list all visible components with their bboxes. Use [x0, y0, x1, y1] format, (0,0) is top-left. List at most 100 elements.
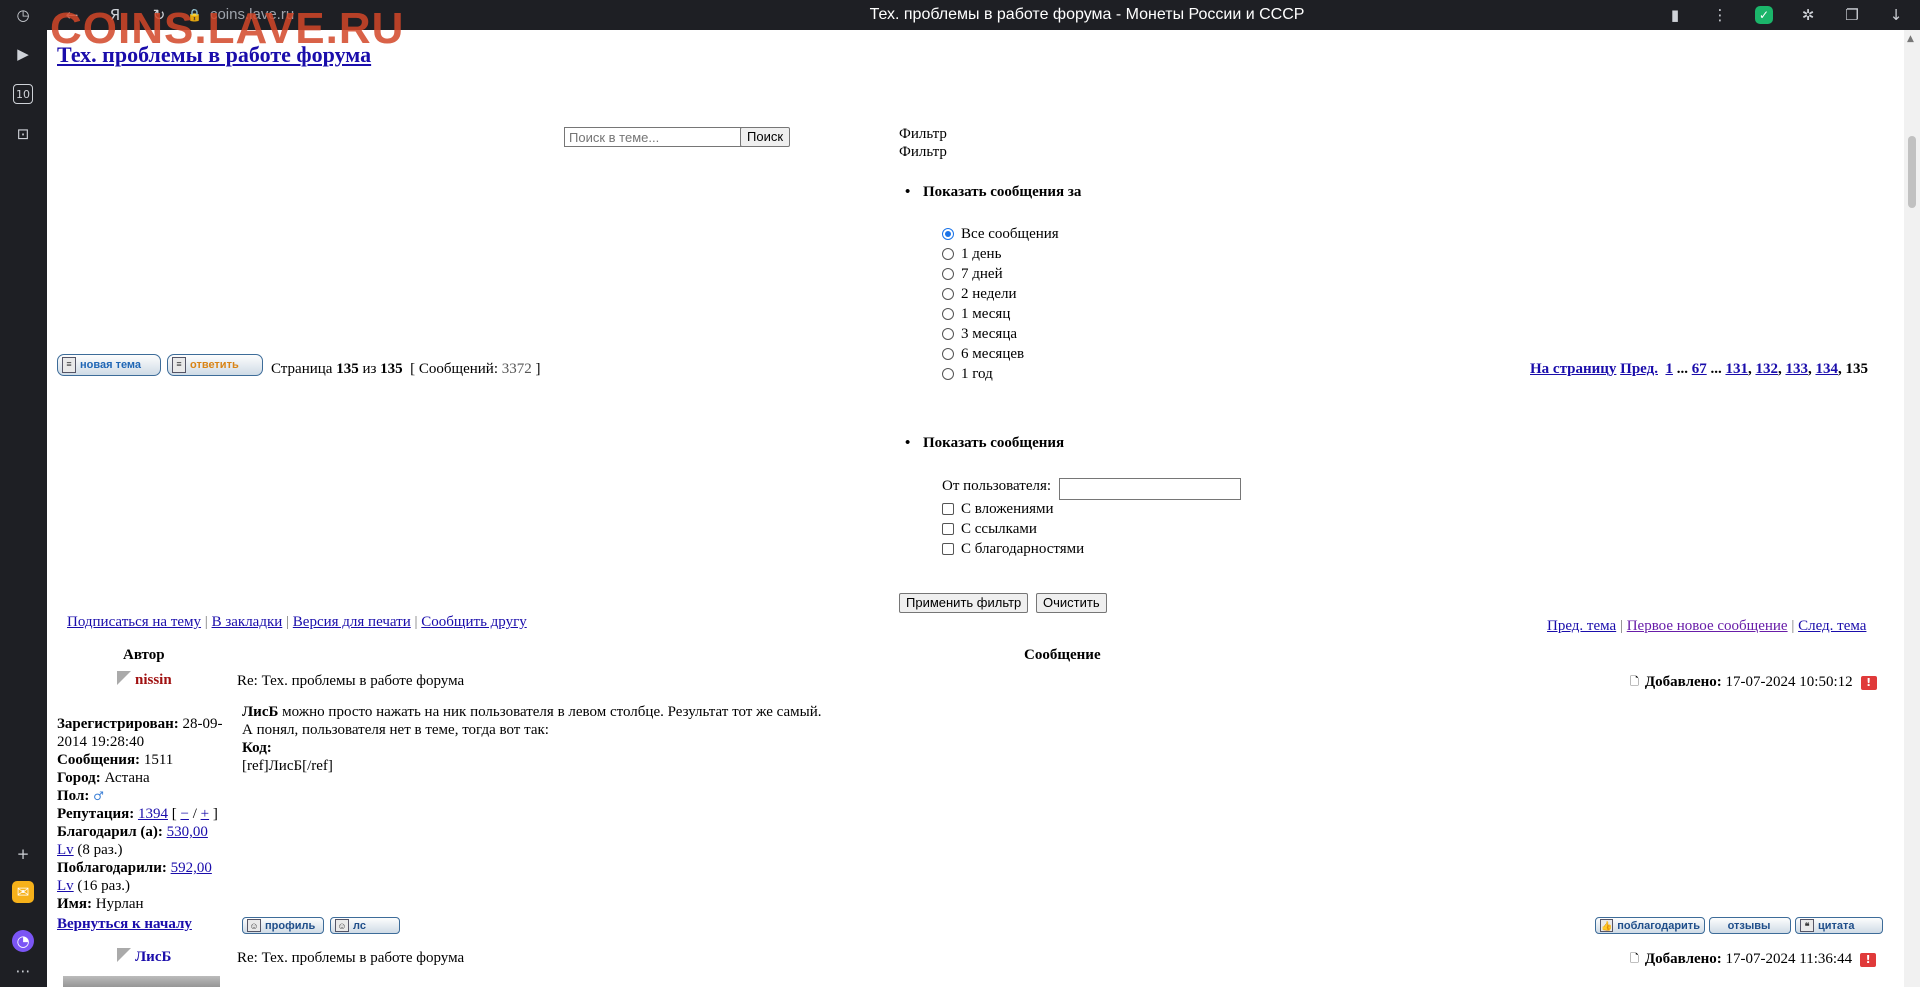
reply-button[interactable]: ≡ ответить: [167, 354, 263, 376]
real-name: Нурлан: [95, 896, 144, 912]
tell-friend-link[interactable]: Сообщить другу: [421, 614, 526, 630]
scroll-up-arrow-icon[interactable]: ▲: [1907, 34, 1914, 44]
reload-icon[interactable]: ↻: [148, 4, 170, 26]
radio-selected[interactable]: [942, 228, 954, 240]
period-option[interactable]: 6 месяцев: [942, 345, 1024, 363]
extensions-icon[interactable]: ✲: [1797, 4, 1819, 26]
page-scrollbar[interactable]: ▲: [1904, 30, 1920, 987]
post-date: 🗋 Добавлено: 17-07-2024 10:50:12 !: [1630, 673, 1877, 692]
period-option[interactable]: 1 месяц: [942, 305, 1010, 323]
search-button[interactable]: Поиск: [740, 127, 791, 147]
checkbox[interactable]: [942, 503, 954, 515]
tab-title: Тех. проблемы в работе форума - Монеты Р…: [869, 6, 1305, 23]
report-icon[interactable]: !: [1860, 675, 1877, 690]
page-link[interactable]: 131: [1725, 361, 1748, 377]
page-link[interactable]: 133: [1785, 361, 1808, 377]
radio[interactable]: [942, 348, 954, 360]
address-bar[interactable]: 🔒 coins.lave.ru: [187, 3, 627, 27]
filter-check[interactable]: С ссылками: [942, 520, 1037, 538]
period-option[interactable]: 1 день: [942, 245, 1001, 263]
page-link[interactable]: 134: [1815, 361, 1838, 377]
reviews-button[interactable]: отзывы: [1709, 917, 1791, 934]
to-page-link[interactable]: На страницу: [1530, 361, 1616, 377]
period-label: 6 месяцев: [961, 345, 1025, 362]
separator: |: [1791, 618, 1795, 634]
topic-search-input[interactable]: [564, 127, 749, 147]
report-icon[interactable]: !: [1860, 952, 1877, 967]
avatar: [63, 976, 220, 987]
period-option[interactable]: 2 недели: [942, 285, 1017, 303]
media-icon[interactable]: ▶: [12, 43, 34, 65]
print-version-link[interactable]: Версия для печати: [293, 614, 411, 630]
profile-label: Поблагодарили:: [57, 860, 167, 876]
yandex-icon[interactable]: Я: [104, 4, 126, 26]
filter-check[interactable]: С благодарностями: [942, 540, 1084, 558]
page-link[interactable]: 132: [1755, 361, 1778, 377]
prev-page-link[interactable]: Пред.: [1620, 361, 1658, 377]
downloads-icon[interactable]: ↓: [1885, 4, 1907, 26]
mail-icon[interactable]: ✉: [12, 881, 34, 903]
profile-label: Имя:: [57, 896, 92, 912]
bookmark-icon[interactable]: ▮: [1664, 4, 1686, 26]
page-link[interactable]: 1: [1665, 361, 1673, 377]
subscribe-link[interactable]: Подписаться на тему: [67, 614, 201, 630]
history-icon[interactable]: ◷: [12, 4, 34, 26]
profile-button[interactable]: ☺ профиль: [242, 917, 324, 934]
quote-button[interactable]: ❝ цитата: [1795, 917, 1883, 934]
radio[interactable]: [942, 328, 954, 340]
scroll-thumb[interactable]: [1908, 136, 1916, 208]
total-pages: 135: [380, 361, 403, 377]
radio[interactable]: [942, 288, 954, 300]
back-icon[interactable]: ←: [61, 4, 83, 26]
pagination: На страницу Пред. 1 ... 67 ... 131, 132,…: [1530, 361, 1868, 377]
post-author[interactable]: ЛисБ: [135, 949, 171, 966]
quote-icon: ❝: [1800, 919, 1814, 932]
was-thanked-unit-link[interactable]: Lv: [57, 878, 74, 894]
from-user-input[interactable]: [1059, 478, 1241, 500]
checkbox[interactable]: [942, 543, 954, 555]
next-topic-link[interactable]: След. тема: [1798, 618, 1866, 634]
radio[interactable]: [942, 268, 954, 280]
screenshot-icon[interactable]: ⊡: [12, 123, 34, 145]
rep-minus-link[interactable]: −: [180, 806, 188, 822]
radio[interactable]: [942, 308, 954, 320]
menu-dots-icon[interactable]: ⋮: [1709, 4, 1731, 26]
radio[interactable]: [942, 248, 954, 260]
document-icon: 🗋: [1630, 675, 1639, 688]
protect-shield-icon[interactable]: ✓: [1753, 4, 1775, 26]
prev-topic-link[interactable]: Пред. тема: [1547, 618, 1616, 634]
was-thanked-link[interactable]: 592,00: [171, 860, 212, 876]
post-author[interactable]: nissin: [135, 672, 172, 689]
new-topic-button[interactable]: ≡ новая тема: [57, 354, 161, 376]
thanked-unit-link[interactable]: Lv: [57, 842, 74, 858]
added-label: Добавлено:: [1644, 951, 1722, 967]
private-message-button[interactable]: ☺ лс: [330, 917, 400, 934]
rep-plus-link[interactable]: +: [201, 806, 209, 822]
add-panel-icon[interactable]: +: [12, 843, 34, 865]
thanked-link[interactable]: 530,00: [167, 824, 208, 840]
reputation-link[interactable]: 1394: [138, 806, 168, 822]
period-option[interactable]: 3 месяца: [942, 325, 1017, 343]
filter-check[interactable]: С вложениями: [942, 500, 1054, 518]
period-option[interactable]: 7 дней: [942, 265, 1003, 283]
alice-icon[interactable]: ◔: [12, 930, 34, 952]
ten-badge-icon[interactable]: 10: [12, 83, 34, 105]
checkbox[interactable]: [942, 523, 954, 535]
page-link[interactable]: 67: [1692, 361, 1707, 377]
author-profile: Зарегистрирован: 28-09-2014 19:28:40 Соо…: [57, 716, 223, 912]
topic-title-link[interactable]: Тех. проблемы в работе форума: [57, 42, 371, 68]
clear-filter-button[interactable]: Очистить: [1036, 593, 1107, 613]
apply-filter-button[interactable]: Применить фильтр: [899, 593, 1029, 613]
period-option[interactable]: Все сообщения: [942, 225, 1059, 243]
bookmarks-link[interactable]: В закладки: [212, 614, 283, 630]
period-option[interactable]: 1 год: [942, 365, 993, 383]
radio[interactable]: [942, 368, 954, 380]
more-icon[interactable]: ⋯: [12, 960, 34, 982]
reviews-button-label: отзывы: [1727, 919, 1771, 932]
collections-icon[interactable]: ❐: [1841, 4, 1863, 26]
code-block: [ref]ЛисБ[/ref]: [242, 758, 333, 774]
filter-label-2: Фильтр: [899, 144, 947, 160]
thank-button[interactable]: 👍 поблагодарить: [1595, 917, 1705, 934]
back-to-top-link[interactable]: Вернуться к началу: [57, 916, 192, 933]
first-new-message-link[interactable]: Первое новое сообщение: [1627, 618, 1788, 634]
